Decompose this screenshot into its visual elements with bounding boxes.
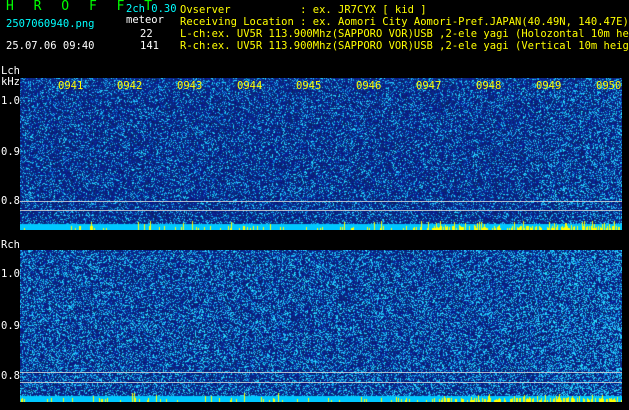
lch-marker-line-1 bbox=[20, 201, 622, 202]
time-tick: 0949 bbox=[536, 80, 562, 92]
location-line: Receiving Location : ex. Aomori City Aom… bbox=[180, 16, 629, 28]
time-tick: 0945 bbox=[296, 80, 322, 92]
lch-spectrogram bbox=[20, 78, 622, 230]
time-tick: 0947 bbox=[416, 80, 442, 92]
lch-ytick-1: 1.0 bbox=[1, 95, 20, 107]
meteor-count-r: 141 bbox=[140, 40, 159, 52]
rch-spectrogram bbox=[20, 250, 622, 402]
rch-label: Rch bbox=[1, 239, 20, 251]
time-tick: 0942 bbox=[117, 80, 143, 92]
rch-marker-line-2 bbox=[20, 382, 622, 383]
meteor-label: meteor bbox=[126, 14, 164, 26]
observer-line: Ovserver : ex. JR7CYX [ kid ] bbox=[180, 4, 427, 16]
lch-ytick-3: 0.8 bbox=[1, 195, 20, 207]
timestamp: 25.07.06 09:40 bbox=[6, 40, 95, 52]
lch-ytick-2: 0.9 bbox=[1, 146, 20, 158]
lch-info-line: L-ch:ex. UV5R 113.900Mhz(SAPPORO VOR)USB… bbox=[180, 28, 629, 40]
time-tick: 0946 bbox=[356, 80, 382, 92]
time-tick: 0950 bbox=[596, 80, 622, 92]
time-tick: 0941 bbox=[58, 80, 84, 92]
time-tick: 0944 bbox=[237, 80, 263, 92]
time-tick: 0943 bbox=[177, 80, 203, 92]
lch-marker-line-2 bbox=[20, 210, 622, 211]
file-name: 2507060940.png bbox=[6, 18, 95, 30]
time-tick: 0948 bbox=[476, 80, 502, 92]
lch-unit: kHz bbox=[1, 76, 20, 88]
meteor-count-l: 22 bbox=[140, 28, 153, 40]
rch-ytick-2: 0.9 bbox=[1, 320, 20, 332]
rch-marker-line-1 bbox=[20, 372, 622, 373]
rch-info-line: R-ch:ex. UV5R 113.900Mhz(SAPPORO VOR)USB… bbox=[180, 40, 629, 52]
rch-ytick-3: 0.8 bbox=[1, 370, 20, 382]
rch-ytick-1: 1.0 bbox=[1, 268, 20, 280]
